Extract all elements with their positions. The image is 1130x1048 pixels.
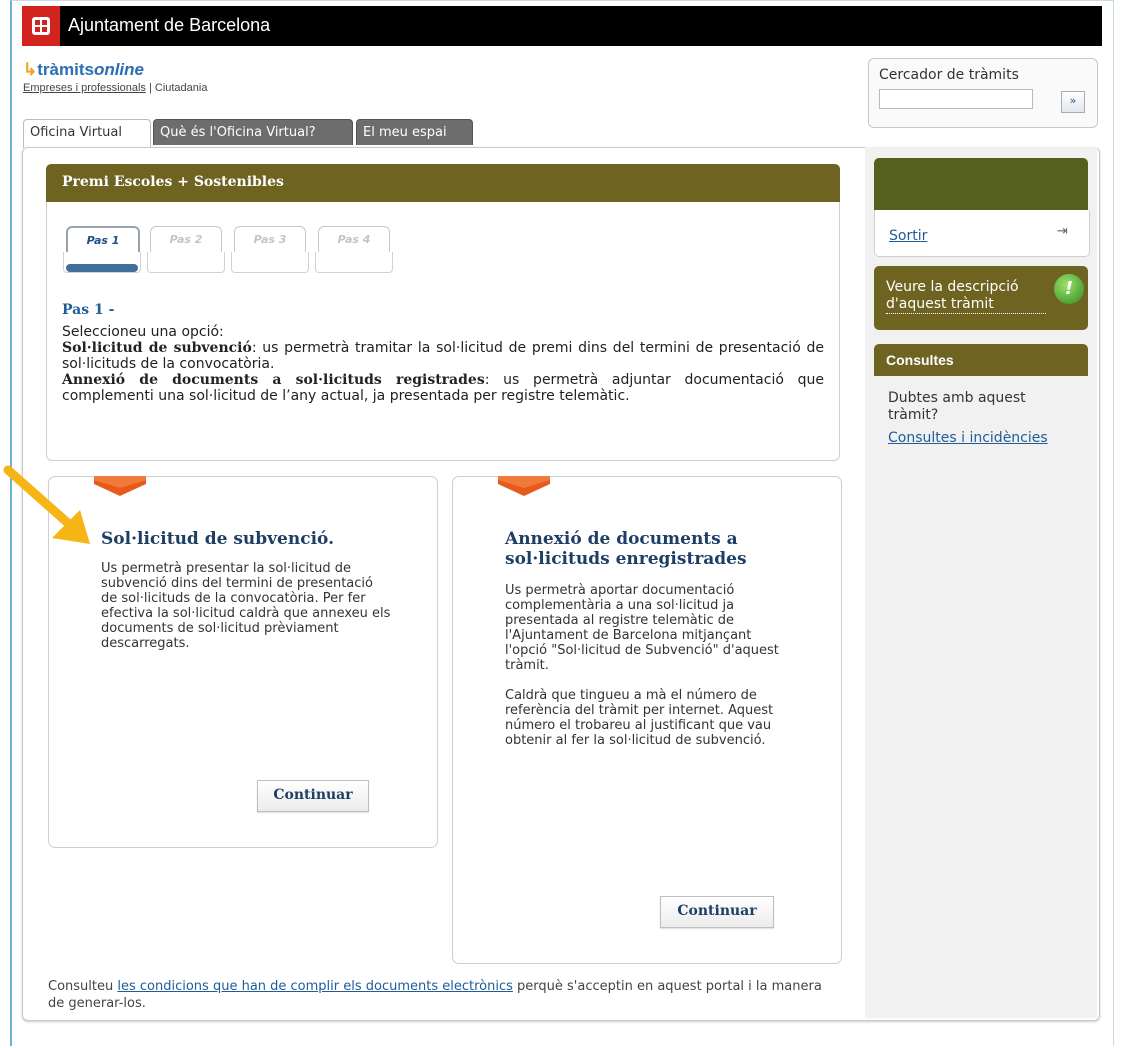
user-panel: Sortir ⇥ bbox=[874, 210, 1090, 257]
step-4-progress bbox=[315, 252, 393, 273]
consultes-incidencies-link[interactable]: Consultes i incidències bbox=[888, 430, 1078, 447]
barcelona-logo-icon bbox=[22, 6, 60, 46]
footer-text-before: Consulteu bbox=[48, 979, 118, 994]
procedure-title: Premi Escoles + Sostenibles bbox=[62, 174, 284, 190]
step-2-tab: Pas 2 bbox=[150, 226, 222, 254]
card-1-description: Us permetrà presentar la sol·licitud de … bbox=[101, 561, 391, 666]
footer-conditions-link[interactable]: les condicions que han de complir els do… bbox=[117, 979, 513, 994]
step-intro-text: Seleccioneu una opció: Sol·licitud de su… bbox=[62, 324, 824, 404]
option-card-subvencio: Sol·licitud de subvenció. Us permetrà pr… bbox=[48, 476, 438, 848]
card-2-paragraph-1: Us permetrà aportar documentació complem… bbox=[505, 583, 779, 673]
step-heading: Pas 1 - bbox=[62, 302, 115, 318]
card-2-title: Annexió de documents a sol·licituds enre… bbox=[505, 529, 747, 569]
option-flag-icon bbox=[498, 476, 550, 496]
tab-el-meu-espai[interactable]: El meu espai bbox=[356, 119, 473, 145]
step-3-progress bbox=[231, 252, 309, 273]
brand-separator: | bbox=[148, 82, 152, 94]
step-4-tab: Pas 4 bbox=[318, 226, 390, 254]
view-description-link[interactable]: Veure la descripció d'aquest tràmit bbox=[886, 279, 1046, 314]
procedure-search-box: Cercador de tràmits » bbox=[868, 58, 1098, 128]
info-exclamation-icon: ! bbox=[1054, 274, 1084, 304]
card-2-paragraph-2: Caldrà que tingueu a mà el número de ref… bbox=[505, 688, 774, 748]
option-card-annexio: Annexió de documents a sol·licituds enre… bbox=[452, 476, 842, 964]
tab-oficina-virtual[interactable]: Oficina Virtual bbox=[23, 119, 151, 148]
logout-icon[interactable]: ⇥ bbox=[1057, 224, 1068, 239]
continue-button-subvencio[interactable]: Continuar bbox=[257, 780, 369, 812]
consultes-body: Dubtes amb aquest tràmit? Consultes i in… bbox=[888, 390, 1078, 447]
brand-name-part2: online bbox=[93, 60, 144, 79]
logout-link[interactable]: Sortir bbox=[889, 228, 927, 244]
search-go-button[interactable]: » bbox=[1061, 91, 1085, 113]
step-2-progress bbox=[147, 252, 225, 273]
step-1-progress bbox=[63, 252, 141, 273]
continue-button-annexio[interactable]: Continuar bbox=[660, 896, 774, 928]
brand-name-part1: tràmits bbox=[37, 60, 94, 79]
consultes-header: Consultes bbox=[874, 344, 1088, 376]
option-flag-icon bbox=[94, 476, 146, 496]
search-input[interactable] bbox=[879, 89, 1033, 109]
tab-que-es-oficina-virtual[interactable]: Què és l'Oficina Virtual? bbox=[153, 119, 353, 145]
top-header-bar: Ajuntament de Barcelona bbox=[22, 6, 1102, 46]
search-label: Cercador de tràmits bbox=[879, 67, 1019, 83]
org-title[interactable]: Ajuntament de Barcelona bbox=[68, 15, 270, 36]
link-business[interactable]: Empreses i professionals bbox=[23, 82, 146, 94]
intro-line: Seleccioneu una opció: bbox=[62, 324, 224, 340]
intro-option-1-title: Sol·licitud de subvenció bbox=[62, 340, 252, 356]
description-panel: Veure la descripció d'aquest tràmit ! bbox=[874, 266, 1088, 330]
procedure-title-band: Premi Escoles + Sostenibles bbox=[46, 164, 840, 202]
tramits-online-brand: ↳tràmitsonline Empreses i professionals … bbox=[23, 60, 207, 94]
step-3-tab: Pas 3 bbox=[234, 226, 306, 254]
card-1-paragraph: Us permetrà presentar la sol·licitud de … bbox=[101, 561, 391, 651]
link-citizens[interactable]: Ciutadania bbox=[155, 82, 208, 94]
footer-note: Consulteu les condicions que han de comp… bbox=[48, 978, 838, 1012]
consultes-title: Consultes bbox=[886, 352, 954, 368]
user-panel-header bbox=[874, 158, 1088, 210]
intro-option-2-title: Annexió de documents a sol·licituds regi… bbox=[62, 372, 485, 388]
card-2-description: Us permetrà aportar documentació complem… bbox=[505, 583, 795, 763]
card-1-title: Sol·licitud de subvenció. bbox=[101, 529, 334, 549]
annotation-arrow-icon bbox=[3, 465, 90, 544]
brand-arrow-icon: ↳ bbox=[23, 60, 38, 79]
consultes-question: Dubtes amb aquest tràmit? bbox=[888, 390, 1026, 423]
